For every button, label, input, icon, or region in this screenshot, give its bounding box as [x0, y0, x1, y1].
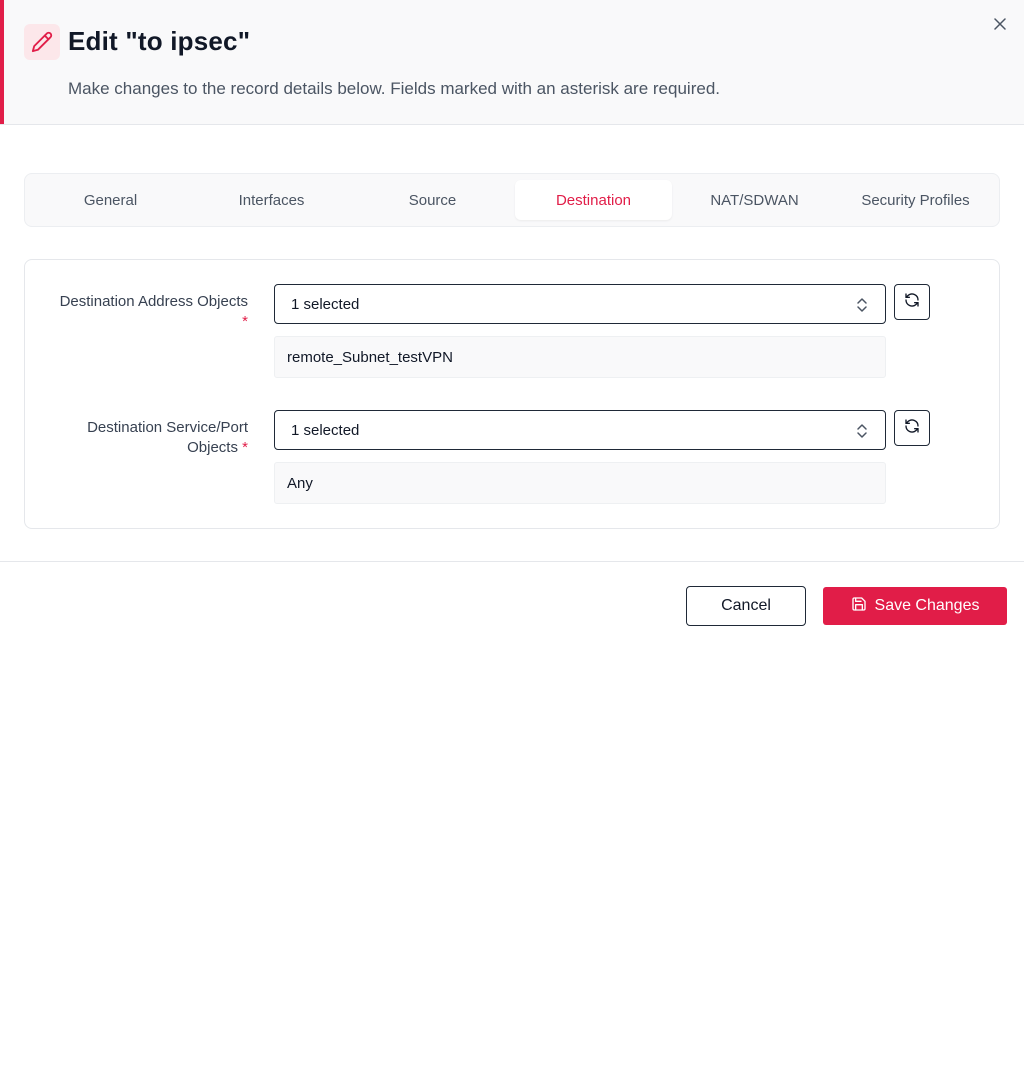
chevrons-up-down-icon — [855, 423, 869, 443]
accent-bar — [0, 0, 4, 124]
dest-service-label-line2-text: Objects — [187, 439, 238, 456]
tab-nat-sdwan[interactable]: NAT/SDWAN — [676, 180, 833, 220]
dest-service-label-line2: Objects * — [87, 438, 248, 458]
cancel-button[interactable]: Cancel — [686, 586, 806, 626]
dialog-subtitle: Make changes to the record details below… — [68, 79, 720, 98]
dest-service-label-line1: Destination Service/Port — [87, 419, 248, 436]
dest-address-refresh-button[interactable] — [894, 284, 930, 320]
required-marker: * — [242, 313, 248, 330]
save-button-label: Save Changes — [874, 597, 980, 614]
pencil-icon — [24, 24, 60, 60]
save-icon — [851, 596, 867, 617]
tab-source[interactable]: Source — [354, 180, 511, 220]
chevrons-up-down-icon — [855, 297, 869, 317]
destination-card: Destination Address Objects * 1 selected… — [24, 259, 1000, 529]
tab-general[interactable]: General — [32, 180, 189, 220]
save-changes-button[interactable]: Save Changes — [823, 587, 1007, 625]
refresh-icon — [904, 418, 920, 439]
dialog-title: Edit "to ipsec" — [68, 26, 251, 56]
dialog-header: Edit "to ipsec" Make changes to the reco… — [0, 0, 1024, 125]
tab-security-profiles[interactable]: Security Profiles — [837, 180, 994, 220]
dest-service-selected-item: Any — [274, 462, 886, 504]
dest-address-label: Destination Address Objects * — [60, 292, 248, 332]
tab-bar: General Interfaces Source Destination NA… — [24, 173, 1000, 227]
dest-service-refresh-button[interactable] — [894, 410, 930, 446]
dest-service-select[interactable]: 1 selected — [274, 410, 886, 450]
close-icon[interactable] — [990, 14, 1010, 34]
tab-destination[interactable]: Destination — [515, 180, 672, 220]
required-marker: * — [242, 439, 248, 456]
dest-address-selected-text: 1 selected — [291, 295, 360, 313]
dest-address-label-text: Destination Address Objects — [59, 293, 248, 310]
dest-service-label: Destination Service/Port Objects * — [87, 418, 248, 458]
dest-address-selected-item: remote_Subnet_testVPN — [274, 336, 886, 378]
dest-service-selected-text: 1 selected — [291, 421, 360, 439]
refresh-icon — [904, 292, 920, 313]
dialog-footer: Cancel Save Changes — [0, 561, 1024, 645]
dest-address-select[interactable]: 1 selected — [274, 284, 886, 324]
tab-interfaces[interactable]: Interfaces — [193, 180, 350, 220]
